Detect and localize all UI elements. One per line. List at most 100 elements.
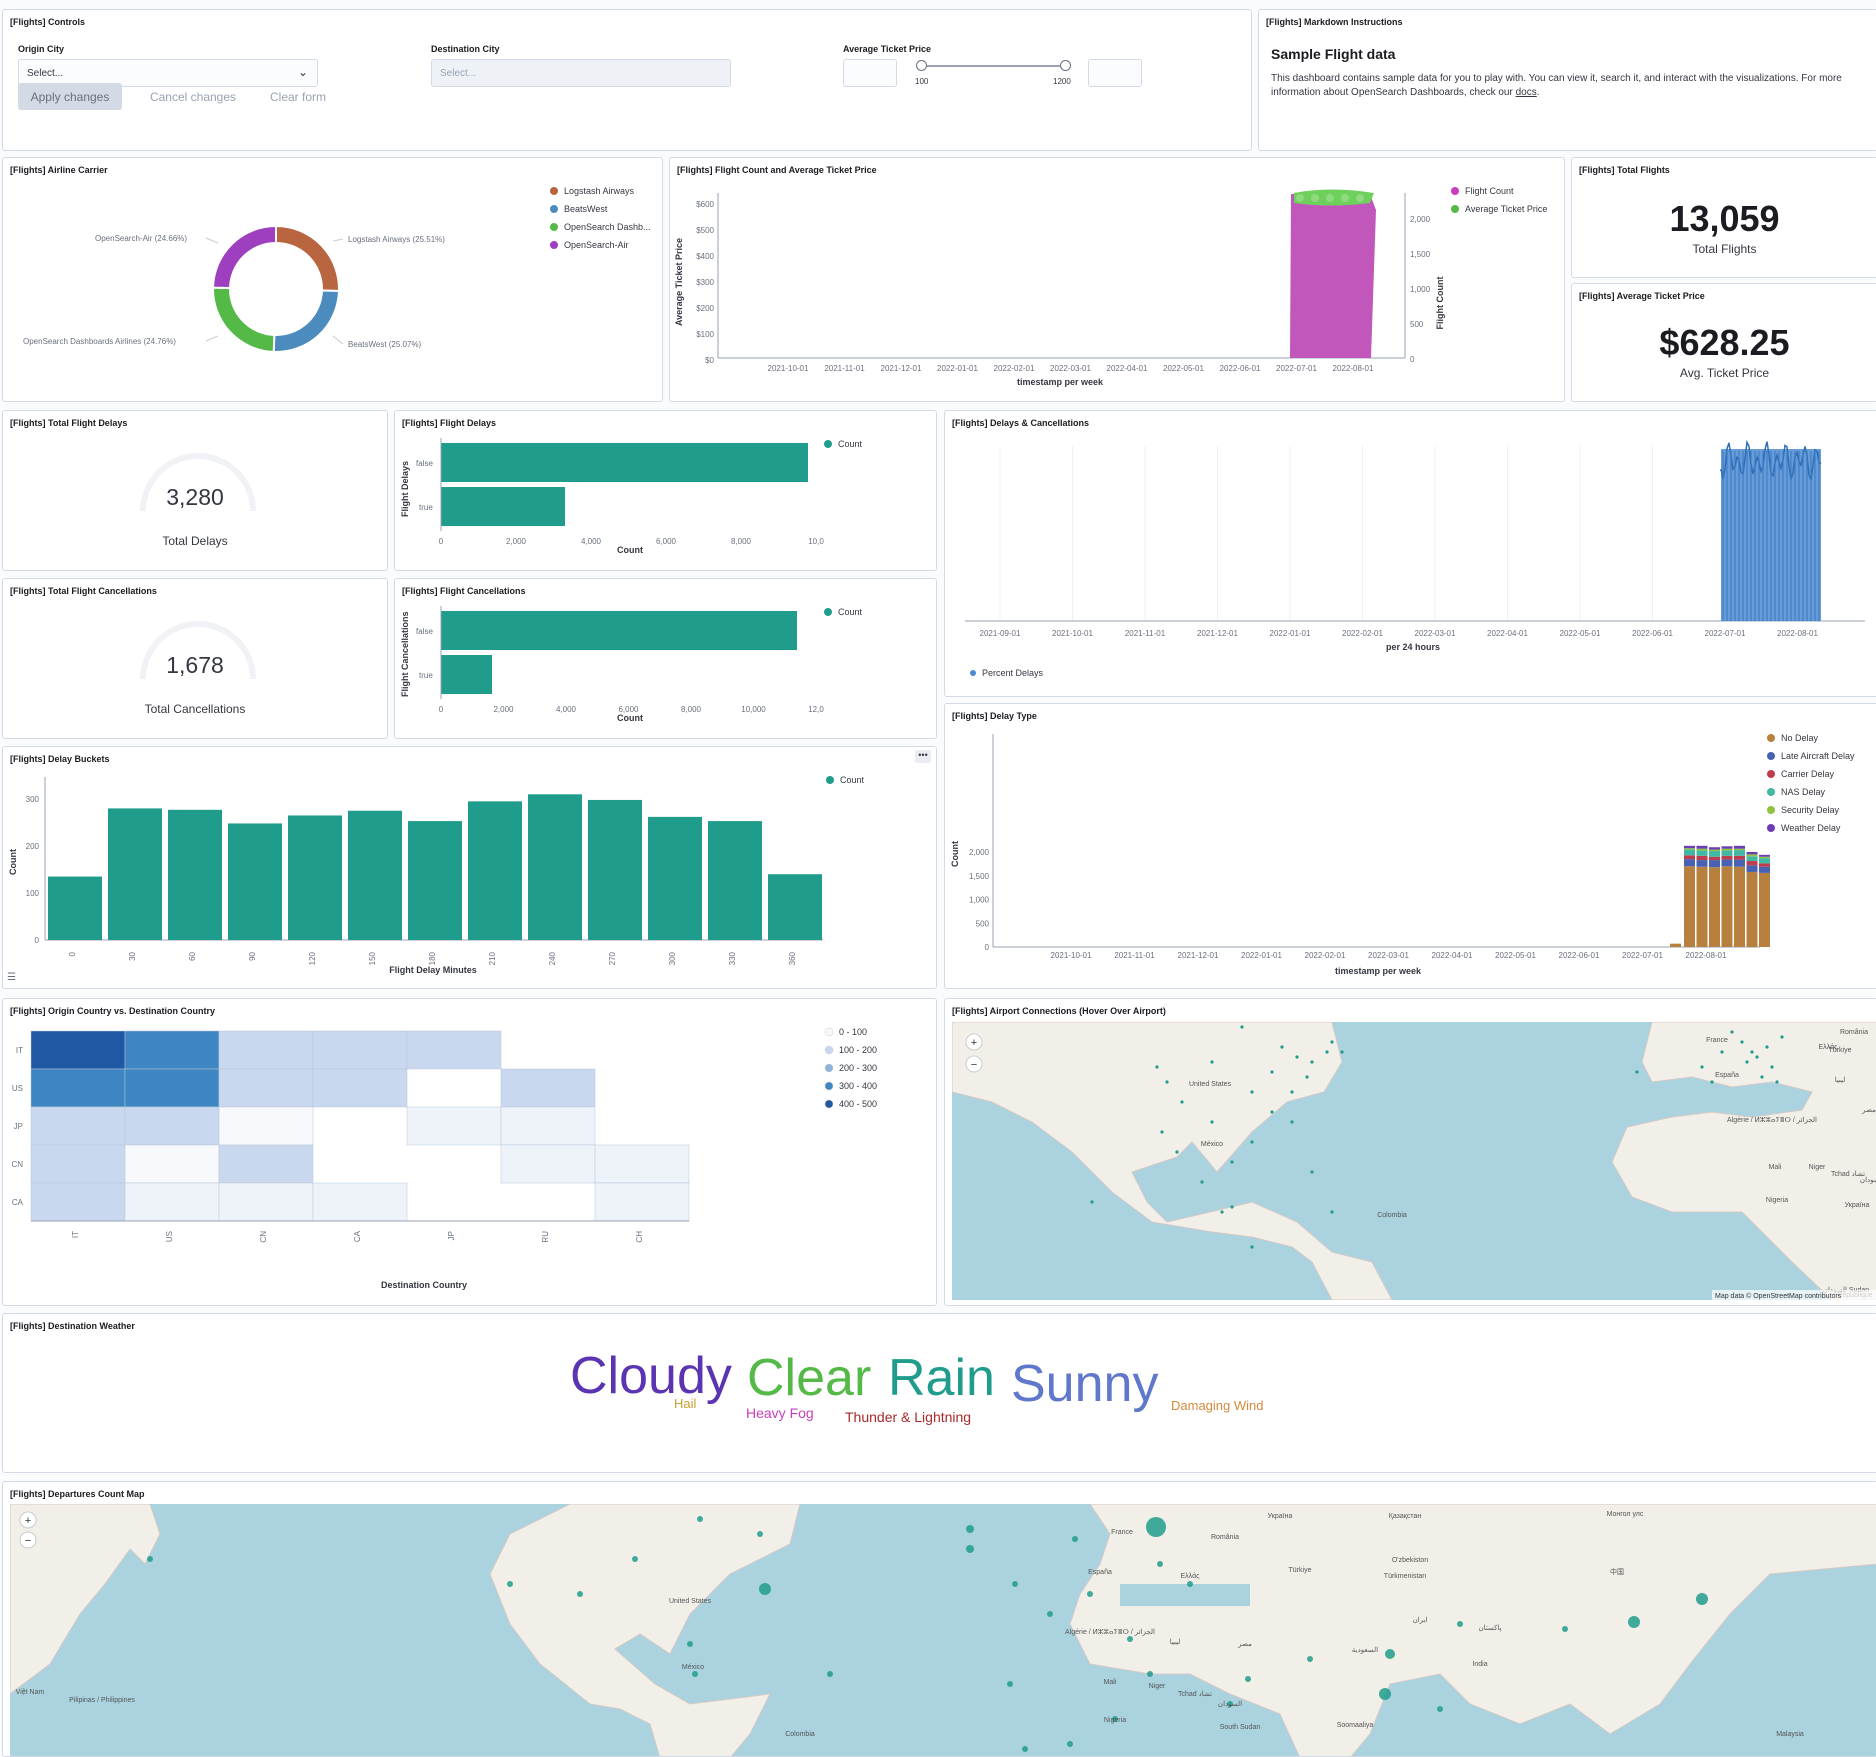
bucket-bar[interactable] <box>228 823 282 940</box>
airport-point[interactable] <box>1240 1025 1244 1029</box>
airport-point[interactable] <box>1340 1050 1344 1054</box>
airport-point[interactable] <box>1250 1090 1254 1094</box>
departure-point[interactable] <box>1307 1656 1313 1662</box>
heatmap-cell[interactable] <box>312 1068 408 1108</box>
legend-item[interactable]: NAS Delay <box>1781 787 1826 797</box>
departure-point[interactable] <box>1385 1649 1395 1659</box>
donut-slice[interactable] <box>212 286 276 353</box>
airport-point[interactable] <box>1230 1205 1234 1209</box>
departure-point[interactable] <box>1379 1688 1391 1700</box>
legend-item[interactable]: Weather Delay <box>1781 823 1841 833</box>
legend-item[interactable]: No Delay <box>1781 733 1819 743</box>
price-max-input[interactable] <box>1088 59 1142 87</box>
airport-point[interactable] <box>1720 1050 1724 1054</box>
price-max-handle[interactable] <box>1060 60 1071 71</box>
delay-type-bar[interactable] <box>1746 865 1758 872</box>
heatmap-cell[interactable] <box>312 1182 408 1222</box>
airport-map[interactable]: + − United States México Colombia France Esp… <box>952 1022 1876 1300</box>
heatmap-cell[interactable] <box>218 1030 314 1070</box>
heatmap-cell[interactable] <box>30 1068 126 1108</box>
donut-slice[interactable] <box>272 289 341 353</box>
departure-point[interactable] <box>1087 1591 1093 1597</box>
delay-type-bar[interactable] <box>1721 866 1733 947</box>
airport-point[interactable] <box>1310 1170 1314 1174</box>
airport-point[interactable] <box>1270 1070 1274 1074</box>
departure-point[interactable] <box>966 1545 974 1553</box>
delay-type-bar[interactable] <box>1709 867 1720 947</box>
delay-type-bar[interactable] <box>1721 859 1733 867</box>
bucket-bar[interactable] <box>708 821 762 940</box>
heatmap-cell[interactable] <box>30 1106 126 1146</box>
delay-type-bar[interactable] <box>1709 851 1720 857</box>
airport-point[interactable] <box>1155 1065 1159 1069</box>
delay-type-bar[interactable] <box>1709 856 1720 861</box>
departure-point[interactable] <box>1012 1581 1018 1587</box>
departure-point[interactable] <box>1127 1636 1133 1642</box>
departure-point[interactable] <box>687 1641 693 1647</box>
donut-slice[interactable] <box>275 224 340 293</box>
legend-item[interactable]: Security Delay <box>1781 805 1840 815</box>
airport-point[interactable] <box>1775 1080 1779 1084</box>
delay-type-bar[interactable] <box>1734 855 1745 860</box>
delay-type-bar[interactable] <box>1734 859 1745 867</box>
delay-type-bar[interactable] <box>1746 856 1758 862</box>
airport-point[interactable] <box>1290 1090 1294 1094</box>
airport-point[interactable] <box>1250 1140 1254 1144</box>
bucket-bar[interactable] <box>528 794 582 940</box>
delay-type-bar[interactable] <box>1684 849 1695 856</box>
departure-point[interactable] <box>757 1531 763 1537</box>
airport-point[interactable] <box>1330 1040 1334 1044</box>
airport-point[interactable] <box>1220 1210 1224 1214</box>
delay-type-bar[interactable] <box>1721 846 1733 849</box>
bucket-bar[interactable] <box>168 809 222 940</box>
destination-city-select[interactable]: Select... <box>431 59 731 87</box>
delay-type-bar[interactable] <box>1709 860 1720 868</box>
airport-point[interactable] <box>1210 1120 1214 1124</box>
departure-point[interactable] <box>1457 1621 1463 1627</box>
heatmap-cell[interactable] <box>218 1182 314 1222</box>
legend-item[interactable]: Late Aircraft Delay <box>1781 751 1855 761</box>
airport-point[interactable] <box>1290 1120 1294 1124</box>
delay-type-bar[interactable] <box>1734 850 1745 856</box>
heatmap-cell[interactable] <box>30 1030 126 1070</box>
legend-item[interactable]: 400 - 500 <box>839 1099 877 1109</box>
heatmap-cell[interactable] <box>218 1106 314 1146</box>
legend-item[interactable]: 0 - 100 <box>839 1027 867 1037</box>
heatmap-cell[interactable] <box>594 1144 690 1184</box>
airport-point[interactable] <box>1700 1065 1704 1069</box>
airport-point[interactable] <box>1270 1110 1274 1114</box>
heatmap-cell[interactable] <box>594 1182 690 1222</box>
delay-type-bar[interactable] <box>1759 866 1770 873</box>
airport-point[interactable] <box>1635 1070 1639 1074</box>
heatmap-cell[interactable] <box>30 1182 126 1222</box>
bucket-bar[interactable] <box>108 808 162 940</box>
airport-point[interactable] <box>1165 1080 1169 1084</box>
delay-type-bar[interactable] <box>1696 850 1708 856</box>
departure-point[interactable] <box>966 1525 974 1533</box>
delay-type-bar[interactable] <box>1759 863 1770 867</box>
legend-item[interactable]: BeatsWest <box>564 204 608 214</box>
airport-point[interactable] <box>1330 1210 1334 1214</box>
departure-point[interactable] <box>1628 1616 1640 1628</box>
heatmap-cell[interactable] <box>218 1144 314 1184</box>
heatmap-cell[interactable] <box>124 1182 220 1222</box>
delay-type-bar[interactable] <box>1746 852 1758 855</box>
airport-point[interactable] <box>1180 1100 1184 1104</box>
heatmap-cell[interactable] <box>124 1106 220 1146</box>
airport-point[interactable] <box>1750 1050 1754 1054</box>
departure-point[interactable] <box>697 1516 703 1522</box>
airport-point[interactable] <box>1760 1075 1764 1079</box>
airport-point[interactable] <box>1090 1200 1094 1204</box>
delay-type-bar[interactable] <box>1721 855 1733 860</box>
delay-type-bar[interactable] <box>1684 859 1695 867</box>
delay-type-bar[interactable] <box>1759 858 1770 864</box>
heatmap-cell[interactable] <box>406 1106 502 1146</box>
delay-type-bar[interactable] <box>1684 855 1695 860</box>
airport-point[interactable] <box>1770 1065 1774 1069</box>
departure-point[interactable] <box>577 1591 583 1597</box>
departure-point[interactable] <box>1146 1517 1166 1537</box>
bucket-bar[interactable] <box>768 874 822 940</box>
departure-point[interactable] <box>1147 1671 1153 1677</box>
delay-type-bar[interactable] <box>1746 854 1758 857</box>
bucket-bar[interactable] <box>408 821 462 940</box>
